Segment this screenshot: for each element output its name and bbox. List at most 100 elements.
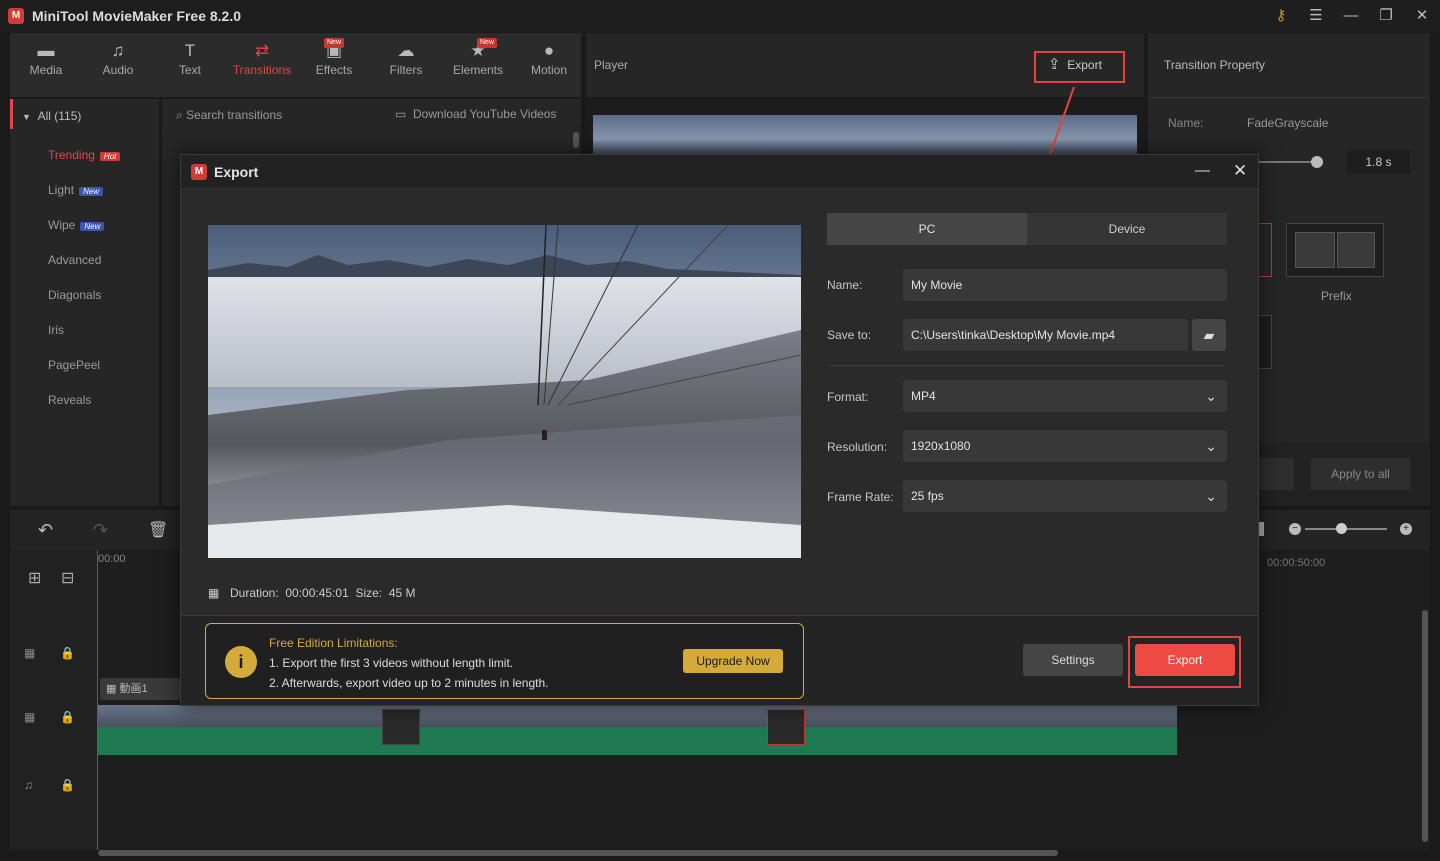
audio-waveform[interactable] bbox=[98, 727, 1177, 755]
timeline-hscrollbar[interactable] bbox=[98, 850, 1058, 856]
ski-lift-landscape bbox=[208, 225, 801, 558]
category-advanced[interactable]: Advanced bbox=[48, 253, 101, 267]
category-reveals[interactable]: Reveals bbox=[48, 393, 91, 407]
resolution-select[interactable]: 1920x1080 ⌄ bbox=[903, 430, 1227, 462]
zoom-in-icon[interactable]: + bbox=[1400, 523, 1412, 535]
category-iris[interactable]: Iris bbox=[48, 323, 64, 337]
chevron-down-icon: ⌄ bbox=[1205, 438, 1217, 454]
tab-text[interactable]: T Text bbox=[160, 41, 220, 77]
upgrade-now-button[interactable]: Upgrade Now bbox=[683, 649, 783, 673]
format-select[interactable]: MP4 ⌄ bbox=[903, 380, 1227, 412]
browse-folder-button[interactable]: ▰ bbox=[1192, 319, 1226, 351]
menu-icon[interactable]: ☰ bbox=[1306, 6, 1326, 26]
download-label: Download YouTube Videos bbox=[413, 107, 557, 121]
duration-label: Duration: bbox=[230, 586, 279, 600]
duration-slider-handle[interactable] bbox=[1311, 156, 1323, 168]
export-dialog: M Export — ✕ ▦ Duration: 00:00:45:01 Siz… bbox=[180, 154, 1259, 706]
save-to-input[interactable]: C:\Users\tinka\Desktop\My Movie.mp4 bbox=[903, 319, 1188, 351]
prefix-thumb[interactable] bbox=[1286, 223, 1384, 277]
duration-slider-track[interactable] bbox=[1258, 161, 1318, 163]
name-input[interactable]: My Movie bbox=[903, 269, 1227, 301]
lock-icon[interactable]: 🔒 bbox=[60, 778, 75, 792]
film-icon: ▦ bbox=[208, 586, 220, 600]
info-icon: i bbox=[225, 646, 257, 678]
name-label: Name: bbox=[827, 278, 863, 292]
download-youtube-button[interactable]: ▭ Download YouTube Videos bbox=[395, 107, 556, 121]
tab-transitions[interactable]: ⇄ Transitions bbox=[231, 41, 293, 77]
category-diagonals[interactable]: Diagonals bbox=[48, 288, 101, 302]
clip-label-text: 動画1 bbox=[119, 683, 148, 695]
transitions-icon: ⇄ bbox=[254, 41, 270, 60]
dialog-close-icon[interactable]: ✕ bbox=[1233, 161, 1247, 181]
folder-icon: ▬ bbox=[37, 41, 55, 60]
transition-marker[interactable] bbox=[382, 709, 420, 745]
app-title: MiniTool MovieMaker Free 8.2.0 bbox=[32, 8, 242, 24]
framerate-label: Frame Rate: bbox=[827, 490, 894, 504]
tab-elements[interactable]: New ★ Elements bbox=[448, 38, 508, 77]
time-start: 00:00 bbox=[98, 553, 126, 565]
divider bbox=[827, 365, 1227, 366]
transition-marker-selected[interactable] bbox=[767, 709, 805, 745]
timeline-vscrollbar[interactable] bbox=[1422, 610, 1428, 842]
tab-filters[interactable]: ☁ Filters bbox=[376, 41, 436, 77]
scrollbar[interactable] bbox=[573, 132, 579, 148]
zoom-slider-handle[interactable] bbox=[1336, 523, 1347, 534]
time-mark: 00:00:50:00 bbox=[1267, 557, 1326, 569]
zoom-out-icon[interactable]: − bbox=[1289, 523, 1301, 535]
search-icon: ⌕ bbox=[176, 108, 183, 122]
framerate-select[interactable]: 25 fps ⌄ bbox=[903, 480, 1227, 512]
lock-icon[interactable]: 🔒 bbox=[60, 710, 75, 724]
tab-pc[interactable]: PC bbox=[827, 213, 1027, 245]
category-trending[interactable]: Trending Hot bbox=[48, 148, 121, 162]
minimize-icon[interactable]: — bbox=[1341, 6, 1361, 26]
category-panel: ▼ All (115) Trending Hot Light New Wipe New… bbox=[10, 99, 159, 506]
tab-device[interactable]: Device bbox=[1027, 213, 1227, 245]
maximize-icon[interactable]: ❐ bbox=[1376, 6, 1396, 26]
add-track-icon[interactable]: ⊞ bbox=[28, 568, 41, 588]
tab-audio[interactable]: ♫ Audio bbox=[88, 41, 148, 77]
prefix-thumb-right bbox=[1337, 232, 1375, 268]
save-to-label: Save to: bbox=[827, 328, 872, 342]
tab-label: Transitions bbox=[232, 63, 292, 77]
video-clip[interactable] bbox=[98, 705, 1177, 727]
duration-info: Duration: 00:00:45:01 Size: 45 M bbox=[230, 586, 416, 600]
player-label: Player bbox=[594, 58, 629, 72]
tab-media[interactable]: ▬ Media bbox=[16, 41, 76, 77]
playhead[interactable] bbox=[97, 550, 98, 850]
delete-icon[interactable]: 🗑 bbox=[148, 520, 168, 540]
limitation-line-1: 1. Export the first 3 videos without len… bbox=[269, 656, 514, 670]
undo-icon[interactable]: ↶ bbox=[38, 520, 53, 541]
size-label: Size: bbox=[355, 586, 383, 600]
category-wipe[interactable]: Wipe New bbox=[48, 218, 105, 232]
divider bbox=[1148, 97, 1430, 98]
resolution-label: Resolution: bbox=[827, 440, 888, 454]
clip-label[interactable]: ▦ 動画1 bbox=[100, 678, 180, 700]
lock-icon[interactable]: 🔒 bbox=[60, 646, 75, 660]
settings-button[interactable]: Settings bbox=[1023, 644, 1123, 676]
title-bar: M MiniTool MovieMaker Free 8.2.0 ⚷ ☰ — ❐… bbox=[0, 0, 1440, 32]
tab-effects[interactable]: New ▣ Effects bbox=[304, 38, 364, 77]
category-pagepeel[interactable]: PagePeel bbox=[48, 358, 100, 372]
new-badge: New bbox=[79, 187, 104, 196]
remove-track-icon[interactable]: ⊟ bbox=[61, 568, 74, 588]
tab-label: Elements bbox=[452, 63, 504, 77]
category-all[interactable]: ▼ All (115) bbox=[22, 109, 81, 123]
redo-icon[interactable]: ↷ bbox=[93, 520, 108, 541]
duration-value[interactable]: 1.8 s bbox=[1347, 150, 1410, 174]
track-headers bbox=[10, 550, 98, 850]
limitation-title: Free Edition Limitations: bbox=[269, 636, 398, 650]
property-name-value: FadeGrayscale bbox=[1247, 116, 1329, 130]
apply-to-all-button[interactable]: Apply to all bbox=[1311, 458, 1410, 490]
search-input[interactable]: ⌕ Search transitions bbox=[176, 108, 282, 123]
tab-motion[interactable]: ● Motion bbox=[519, 41, 579, 77]
dialog-minimize-icon[interactable]: — bbox=[1195, 162, 1210, 179]
new-badge: New bbox=[477, 38, 498, 48]
key-icon[interactable]: ⚷ bbox=[1271, 6, 1291, 26]
audio-track-icon: ♫ bbox=[24, 778, 33, 792]
app-logo-icon: M bbox=[8, 8, 24, 24]
category-light[interactable]: Light New bbox=[48, 183, 104, 197]
tab-label: Text bbox=[178, 63, 201, 77]
duration-value-text: 00:00:45:01 bbox=[285, 586, 349, 600]
close-icon[interactable]: ✕ bbox=[1412, 6, 1432, 26]
limitation-line-2: 2. Afterwards, export video up to 2 minu… bbox=[269, 676, 549, 690]
